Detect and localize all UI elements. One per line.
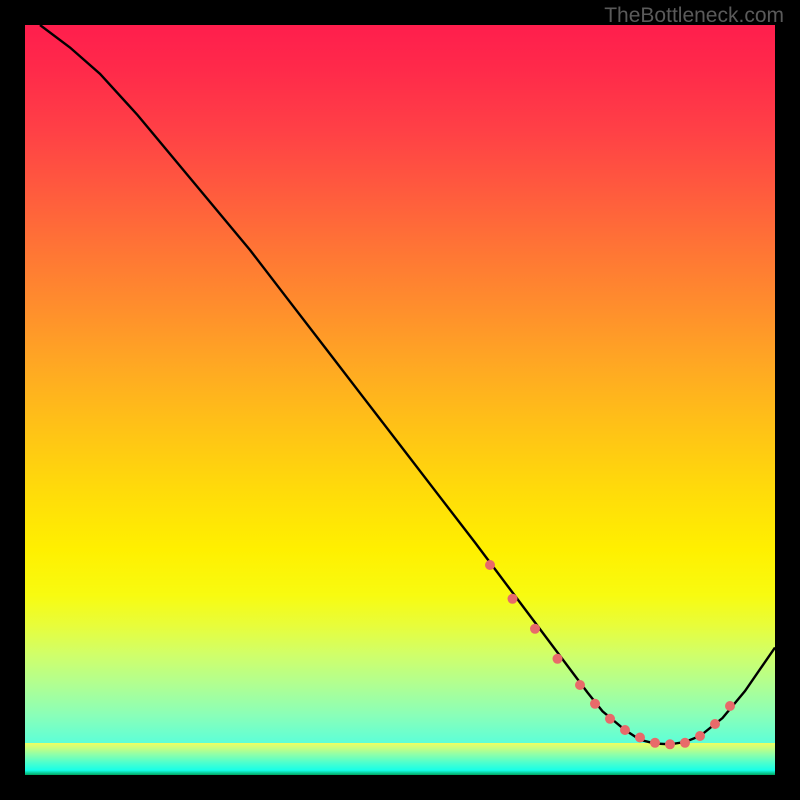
marker-dot xyxy=(650,738,660,748)
watermark-text: TheBottleneck.com xyxy=(604,4,784,28)
curve-markers xyxy=(485,560,735,749)
marker-dot xyxy=(635,733,645,743)
plot-area xyxy=(25,25,775,775)
marker-dot xyxy=(680,738,690,748)
marker-dot xyxy=(530,624,540,634)
marker-dot xyxy=(553,654,563,664)
marker-dot xyxy=(575,680,585,690)
marker-dot xyxy=(605,714,615,724)
curve-line xyxy=(40,25,775,744)
marker-dot xyxy=(695,731,705,741)
marker-dot xyxy=(620,725,630,735)
marker-dot xyxy=(508,594,518,604)
chart-svg xyxy=(25,25,775,775)
marker-dot xyxy=(710,719,720,729)
marker-dot xyxy=(590,699,600,709)
marker-dot xyxy=(665,739,675,749)
marker-dot xyxy=(485,560,495,570)
marker-dot xyxy=(725,701,735,711)
